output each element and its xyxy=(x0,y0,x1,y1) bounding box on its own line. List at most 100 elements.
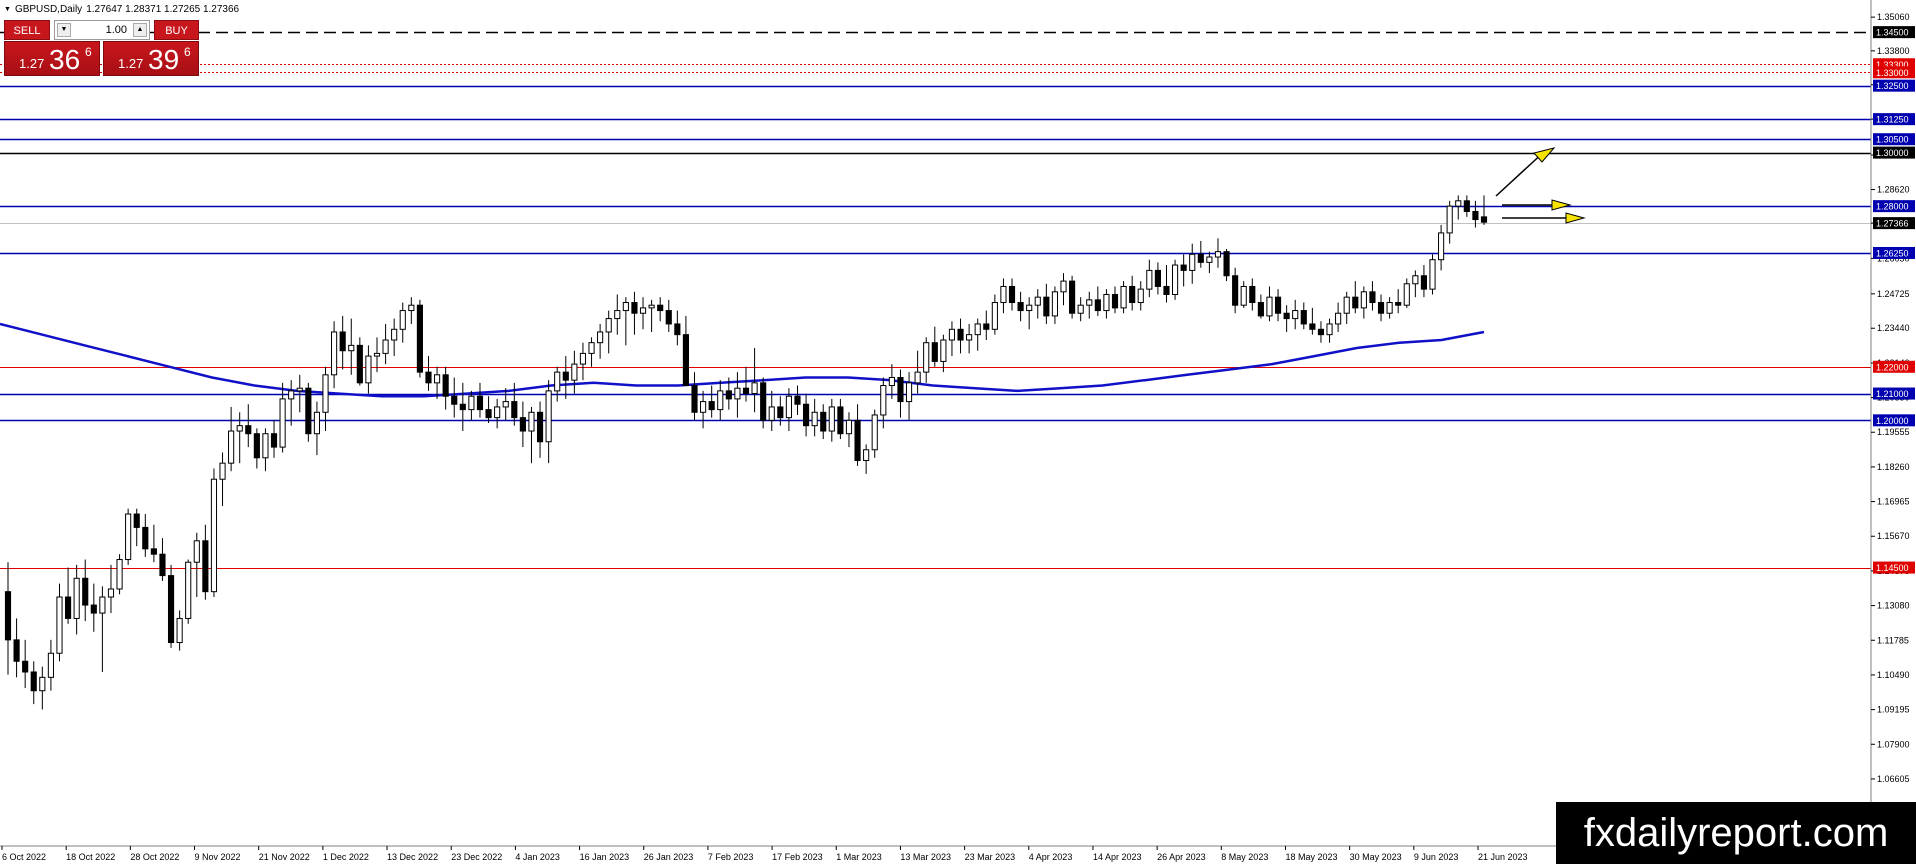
candle-body-bull xyxy=(1438,232,1445,261)
candle-body-bull xyxy=(331,331,338,376)
candle-body-bull xyxy=(322,374,329,413)
candle-body-bear xyxy=(1274,296,1282,314)
candle xyxy=(1257,294,1264,319)
candle xyxy=(1094,286,1101,316)
price-chart[interactable]: 1.350601.338001.325351.312501.299101.286… xyxy=(0,0,1916,864)
candle xyxy=(1069,275,1076,319)
collapse-arrow-icon[interactable]: ▼ xyxy=(4,6,11,13)
candle xyxy=(339,315,346,370)
price-tick-label: 1.33800 xyxy=(1877,46,1910,56)
candle xyxy=(837,398,844,440)
candle-body-bull xyxy=(279,398,286,448)
candle-body-bull xyxy=(554,371,561,392)
candle xyxy=(802,393,810,437)
candle xyxy=(708,385,715,418)
candle xyxy=(210,468,218,598)
candle-body-bull xyxy=(1446,205,1453,234)
candle-body-bear xyxy=(1480,216,1488,223)
lot-increase-icon[interactable]: ▲ xyxy=(133,23,147,37)
candle xyxy=(545,380,552,464)
candle xyxy=(142,514,149,557)
candle xyxy=(991,294,998,335)
candle xyxy=(519,401,526,448)
candle xyxy=(536,401,544,458)
candle xyxy=(1120,281,1127,314)
candle-body-bear xyxy=(30,671,37,692)
time-tick-label: 4 Apr 2023 xyxy=(1029,852,1073,862)
candle xyxy=(468,390,475,421)
candle xyxy=(554,366,561,402)
buy-price-fraction: 6 xyxy=(184,45,191,59)
candle-body-bear xyxy=(631,302,638,314)
candle xyxy=(99,586,106,672)
candle-body-bull xyxy=(991,302,998,330)
price-tick-label: 1.09195 xyxy=(1877,705,1910,715)
candle-body-bull xyxy=(262,433,269,459)
candle-body-bear xyxy=(983,323,990,330)
candle xyxy=(665,299,672,332)
candle xyxy=(1249,278,1256,311)
sell-price-pips: 36 xyxy=(49,44,81,75)
candle xyxy=(1026,297,1033,330)
candle-body-bear xyxy=(760,382,767,421)
candle-body-bear xyxy=(1017,302,1024,312)
candle xyxy=(742,366,750,402)
candle-body-bear xyxy=(657,304,664,312)
candle-body-bull xyxy=(56,596,63,654)
candle-body-bull xyxy=(1429,259,1436,290)
sell-price-prefix: 1.27 xyxy=(19,56,45,71)
buy-price-button[interactable]: 1.27 39 6 xyxy=(103,41,199,76)
candle xyxy=(39,666,46,710)
price-tick-label: 1.16965 xyxy=(1877,497,1910,507)
sell-button[interactable]: SELL xyxy=(4,20,50,40)
candle-body-bull xyxy=(785,395,792,419)
price-tick-label: 1.18260 xyxy=(1877,462,1910,472)
candle xyxy=(691,372,698,421)
arrow-flat-2-head xyxy=(1565,212,1586,224)
candle-body-bear xyxy=(1232,275,1239,306)
candle xyxy=(863,444,870,474)
candle-body-bull xyxy=(185,561,192,619)
lot-size-input[interactable]: ▼ 1.00 ▲ xyxy=(54,20,150,40)
candle xyxy=(854,404,861,466)
current-price-tag-label: 1.27366 xyxy=(1876,219,1909,229)
candle-body-bear xyxy=(682,334,690,387)
candle-body-bear xyxy=(245,425,252,435)
candle xyxy=(219,452,226,506)
price-tick-label: 1.24725 xyxy=(1877,289,1910,299)
candle-body-bull xyxy=(717,390,724,411)
candle-body-bull xyxy=(1086,299,1093,306)
candle xyxy=(588,337,595,367)
candle-body-bull xyxy=(545,390,552,443)
candle xyxy=(64,567,72,624)
candle xyxy=(1360,286,1367,319)
candle-body-bull xyxy=(845,419,853,435)
sell-price-button[interactable]: 1.27 36 6 xyxy=(4,41,100,76)
candle-body-bear xyxy=(562,371,569,381)
candle xyxy=(605,310,612,354)
candle xyxy=(905,372,913,421)
candle-body-bear xyxy=(82,577,89,606)
time-tick-label: 16 Jan 2023 xyxy=(580,852,630,862)
candle xyxy=(1043,283,1050,324)
candle xyxy=(717,380,724,421)
candle xyxy=(382,323,389,365)
buy-button[interactable]: BUY xyxy=(154,20,199,40)
time-tick-label: 28 Oct 2022 xyxy=(130,852,179,862)
candle-body-bear xyxy=(1043,296,1050,317)
horizontal-levels xyxy=(0,31,1871,569)
candle-body-bull xyxy=(99,596,106,614)
candle-body-bear xyxy=(476,395,484,411)
candle-body-bull xyxy=(571,363,578,381)
candle xyxy=(1420,265,1428,298)
lot-decrease-icon[interactable]: ▼ xyxy=(57,23,71,37)
candle-body-bull xyxy=(107,588,115,598)
candle xyxy=(13,618,20,678)
candle-body-bull xyxy=(923,342,930,373)
candle xyxy=(1000,278,1007,314)
candle xyxy=(1232,267,1239,314)
candle xyxy=(1223,248,1230,282)
candle xyxy=(322,366,329,432)
candle-body-bear xyxy=(1300,310,1307,325)
lot-size-value[interactable]: 1.00 xyxy=(106,24,127,36)
